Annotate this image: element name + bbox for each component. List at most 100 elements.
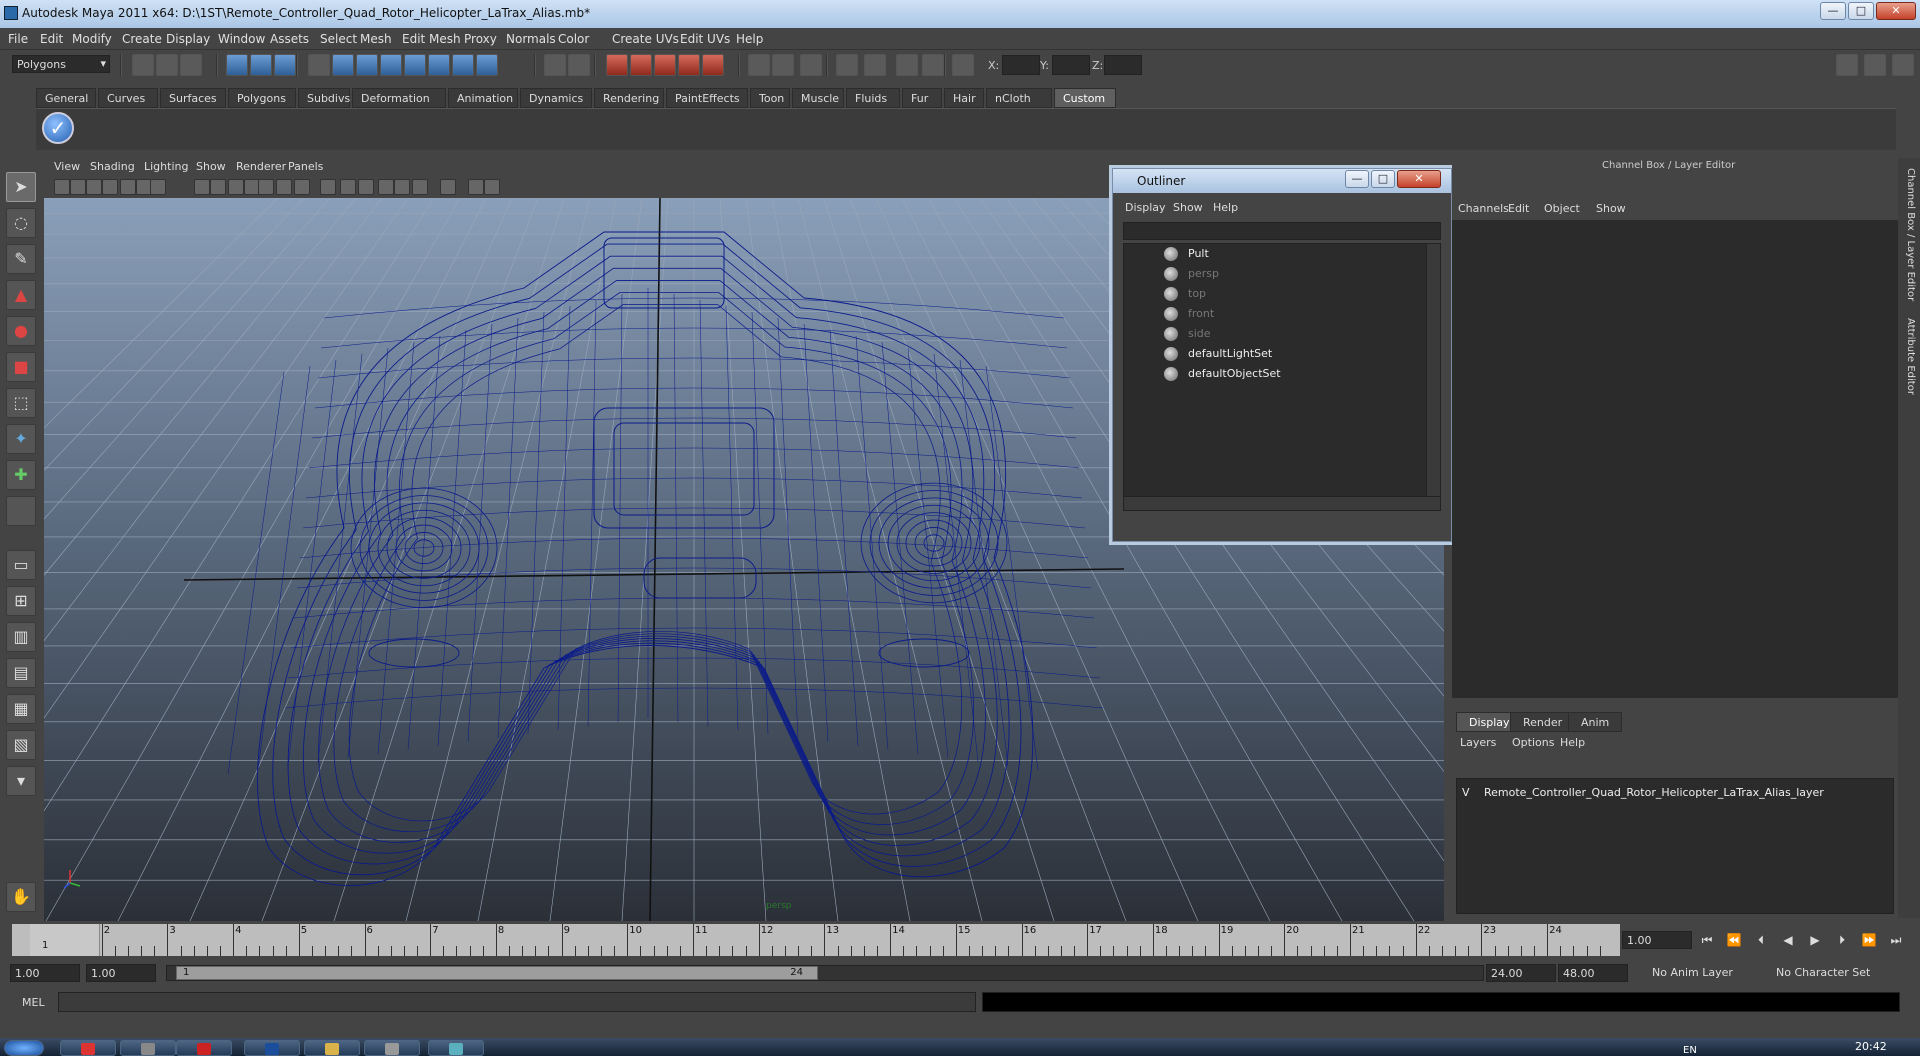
- attribute-toggle-icon[interactable]: [1864, 54, 1886, 76]
- taskbar-chrome[interactable]: [60, 1040, 116, 1056]
- film-gate-icon[interactable]: [150, 179, 166, 195]
- xray-icon[interactable]: [412, 179, 428, 195]
- mel-input[interactable]: [58, 992, 976, 1012]
- render-frame-icon[interactable]: [630, 54, 652, 76]
- time-slider[interactable]: 1234567891011121314151617181920212223241: [12, 924, 1620, 956]
- menu-display[interactable]: Display: [166, 32, 210, 46]
- shelf-tab-dynamics[interactable]: Dynamics: [520, 88, 592, 108]
- shelf-tab-hair[interactable]: Hair: [944, 88, 984, 108]
- step-back-key-icon[interactable]: ⏪: [1724, 930, 1744, 950]
- render-settings-icon[interactable]: [678, 54, 700, 76]
- shelf-tab-surfaces[interactable]: Surfaces: [160, 88, 226, 108]
- shelf-tab-ncloth[interactable]: nCloth: [986, 88, 1052, 108]
- outliner-maximize-button[interactable]: □: [1371, 170, 1395, 188]
- make-live-icon[interactable]: [428, 54, 450, 76]
- persp-outliner-layout-icon[interactable]: ▥: [6, 622, 36, 652]
- textured-icon[interactable]: [394, 179, 410, 195]
- single-pane-layout-icon[interactable]: ▭: [6, 550, 36, 580]
- shelf-tab-painteffects[interactable]: PaintEffects: [666, 88, 748, 108]
- step-back-icon[interactable]: ⏴: [1751, 930, 1771, 950]
- current-frame-field[interactable]: 1.00: [1622, 931, 1692, 949]
- camera-attr-icon[interactable]: [70, 179, 86, 195]
- show-attribute-icon[interactable]: [748, 54, 770, 76]
- field-chart-icon[interactable]: [228, 179, 244, 195]
- move-tool-icon[interactable]: ▲: [6, 280, 36, 310]
- tool-settings-toggle-icon[interactable]: [1892, 54, 1914, 76]
- character-set-dropdown[interactable]: No Character Set: [1772, 964, 1882, 982]
- persp-graph-layout-icon[interactable]: ▤: [6, 658, 36, 688]
- high-quality-icon[interactable]: [468, 179, 484, 195]
- x-field[interactable]: [1002, 55, 1040, 75]
- shelf-tab-polygons[interactable]: Polygons: [228, 88, 296, 108]
- graph-editor-icon[interactable]: [896, 54, 918, 76]
- channel-menu-object[interactable]: Object: [1544, 202, 1580, 215]
- play-forward-icon[interactable]: ▶: [1805, 930, 1825, 950]
- step-forward-key-icon[interactable]: ⏩: [1859, 930, 1879, 950]
- select-object-icon[interactable]: [250, 54, 272, 76]
- shelf-tab-custom[interactable]: Custom: [1054, 88, 1116, 108]
- four-pane-layout-icon[interactable]: ⊞: [6, 586, 36, 616]
- outliner-list[interactable]: Pult persp top front side defaultLightSet defa…: [1123, 243, 1441, 511]
- menuset-dropdown[interactable]: Polygons ▾: [12, 55, 110, 73]
- open-scene-icon[interactable]: [156, 54, 178, 76]
- snap-point-icon[interactable]: [380, 54, 402, 76]
- anim-layer-dropdown[interactable]: No Anim Layer: [1648, 964, 1756, 982]
- shelf-tab-fluids[interactable]: Fluids: [846, 88, 900, 108]
- quick-layout-icon[interactable]: ✋: [6, 882, 36, 912]
- outliner-window[interactable]: Outliner — □ ✕ Pult persp top front side defa…: [1112, 168, 1452, 542]
- menu-modify[interactable]: Modify: [72, 32, 112, 46]
- show-manipulator-icon[interactable]: ✚: [6, 460, 36, 490]
- lasso-tool-icon[interactable]: ◌: [6, 208, 36, 238]
- bounding-box-icon[interactable]: [340, 179, 356, 195]
- snap-grid-icon[interactable]: [332, 54, 354, 76]
- range-slider-handle[interactable]: 1 24: [176, 966, 818, 980]
- shelf-tab-subdivs[interactable]: Subdivs: [298, 88, 350, 108]
- absolute-transform-icon[interactable]: [952, 54, 974, 76]
- input-ops-icon[interactable]: [568, 54, 590, 76]
- y-field[interactable]: [1052, 55, 1090, 75]
- menu-edit-mesh[interactable]: Edit Mesh: [402, 32, 461, 46]
- outliner-vertical-scrollbar[interactable]: [1426, 244, 1440, 510]
- construction-history-icon[interactable]: [544, 54, 566, 76]
- wireframe-icon[interactable]: [276, 179, 292, 195]
- taskbar-maya[interactable]: [428, 1040, 484, 1056]
- layer-visibility-toggle[interactable]: V: [1462, 786, 1470, 799]
- select-component-icon[interactable]: [274, 54, 296, 76]
- step-forward-icon[interactable]: ⏵: [1832, 930, 1852, 950]
- menu-assets[interactable]: Assets: [270, 32, 309, 46]
- menu-window[interactable]: Window: [218, 32, 265, 46]
- question-icon[interactable]: [476, 54, 498, 76]
- menu-create[interactable]: Create: [122, 32, 162, 46]
- snap-curve-icon[interactable]: [356, 54, 378, 76]
- layout-options-icon[interactable]: ▾: [6, 766, 36, 796]
- layer-row[interactable]: V Remote_Controller_Quad_Rotor_Helicopte…: [1458, 784, 1892, 802]
- outliner-horizontal-scrollbar[interactable]: [1124, 496, 1440, 510]
- menu-edit-uvs[interactable]: Edit UVs: [680, 32, 730, 46]
- shelf-tab-rendering[interactable]: Rendering: [594, 88, 664, 108]
- menu-select[interactable]: Select: [320, 32, 357, 46]
- show-toolsettings-icon[interactable]: [772, 54, 794, 76]
- 2d-pan-icon[interactable]: [120, 179, 136, 195]
- menu-color[interactable]: Color: [558, 32, 589, 46]
- scale-tool-icon[interactable]: ■: [6, 352, 36, 382]
- start-time-field[interactable]: 1.00: [10, 964, 80, 982]
- outliner-title-bar[interactable]: Outliner — □ ✕: [1113, 169, 1451, 193]
- outliner-close-button[interactable]: ✕: [1397, 170, 1441, 188]
- paint-select-icon[interactable]: ✎: [6, 244, 36, 274]
- snap-view-icon[interactable]: [452, 54, 474, 76]
- uv-editor-icon[interactable]: [836, 54, 858, 76]
- current-frame-marker[interactable]: 1: [30, 924, 100, 956]
- shelf-tab-fur[interactable]: Fur: [902, 88, 942, 108]
- select-tool-icon[interactable]: ➤: [6, 172, 36, 202]
- close-button[interactable]: ✕: [1876, 2, 1916, 20]
- go-start-icon[interactable]: ⏮: [1697, 930, 1717, 950]
- manipulator-icon[interactable]: ⬚: [6, 388, 36, 418]
- channel-box[interactable]: [1452, 158, 1898, 698]
- taskbar-app-2[interactable]: [176, 1040, 232, 1056]
- paint-icon[interactable]: [864, 54, 886, 76]
- menu-create-uvs[interactable]: Create UVs: [612, 32, 679, 46]
- layer-tab-anim[interactable]: Anim: [1568, 712, 1623, 732]
- bookmark-icon[interactable]: [86, 179, 102, 195]
- end-time-field[interactable]: 48.00: [1558, 964, 1628, 982]
- custom-shelf-checkmark-icon[interactable]: ✓: [42, 112, 74, 144]
